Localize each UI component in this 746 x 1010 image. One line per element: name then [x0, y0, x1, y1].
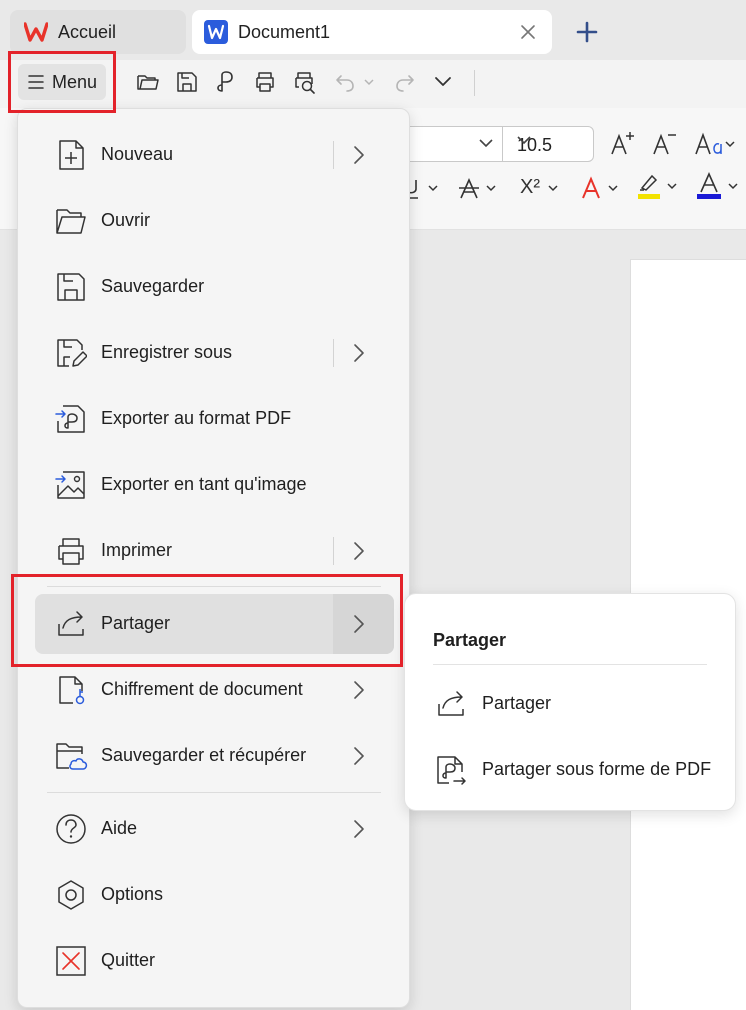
submenu-item-label: Partager — [482, 693, 552, 713]
redo-icon[interactable] — [394, 70, 416, 94]
chevron-down-icon — [517, 135, 583, 145]
chevron-right-icon[interactable] — [353, 343, 365, 363]
strikethrough-icon[interactable] — [458, 176, 500, 200]
change-case-icon[interactable] — [695, 132, 735, 156]
font-name-dropdown[interactable] — [400, 126, 503, 162]
share-pdf-icon — [435, 754, 467, 786]
menu-item-sauvegarder[interactable]: Sauvegarder — [35, 257, 394, 317]
submenu-item-partager[interactable]: Partager — [421, 676, 721, 732]
highlight-color-icon[interactable] — [636, 172, 680, 200]
undo-dropdown-chevron-icon[interactable] — [364, 78, 374, 86]
menu-button-label: Menu — [52, 71, 98, 92]
menu-divider — [47, 792, 381, 793]
menu-item-ouvrir[interactable]: Ouvrir — [35, 191, 394, 251]
chevron-right-icon[interactable] — [353, 145, 365, 165]
close-tab-icon[interactable] — [518, 22, 538, 42]
save-icon — [55, 271, 87, 303]
hamburger-icon — [28, 75, 44, 89]
shrink-font-icon[interactable] — [652, 130, 678, 156]
folder-open-icon — [55, 205, 87, 237]
new-tab-plus-icon[interactable] — [575, 20, 599, 44]
menu-item-label: Enregistrer sous — [101, 342, 233, 362]
tab-document1[interactable]: Document1 — [192, 10, 552, 54]
undo-icon[interactable] — [334, 70, 356, 94]
menu-item-label: Quitter — [101, 950, 156, 970]
menu-item-options[interactable]: Options — [35, 865, 394, 925]
share-submenu: Partager Partager Partager sous forme de… — [404, 593, 736, 811]
save-as-icon — [55, 337, 87, 369]
quit-icon — [55, 945, 87, 977]
tab-document1-label: Document1 — [238, 21, 331, 42]
superscript-label: X² — [520, 176, 540, 198]
menu-item-label: Partager — [101, 613, 171, 633]
font-size-dropdown[interactable]: 10.5 — [502, 126, 594, 162]
menu-button[interactable]: Menu — [18, 64, 106, 100]
submenu-title: Partager — [433, 630, 507, 650]
menu-item-label: Aide — [101, 818, 138, 838]
menu-item-imprimer[interactable]: Imprimer — [35, 521, 394, 581]
file-menu-panel: Nouveau Ouvrir Sauvegarder Enregistrer s… — [17, 108, 410, 1008]
menu-item-nouveau[interactable]: Nouveau — [35, 125, 394, 185]
menu-item-label: Ouvrir — [101, 210, 150, 230]
text-effects-icon[interactable] — [580, 176, 622, 200]
menu-item-label: Imprimer — [101, 540, 172, 560]
menu-item-label: Exporter en tant qu'image — [101, 474, 307, 494]
word-document-icon — [204, 20, 228, 44]
toolbar-separator — [474, 70, 475, 96]
menu-item-quitter[interactable]: Quitter — [35, 931, 394, 991]
menu-item-chiffrement[interactable]: Chiffrement de document — [35, 660, 394, 720]
quick-open-folder-icon[interactable] — [136, 70, 160, 94]
more-quick-actions-chevron-icon[interactable] — [434, 76, 452, 88]
submenu-divider — [433, 664, 707, 665]
export-pdf-icon — [55, 403, 87, 435]
chevron-right-icon[interactable] — [353, 680, 365, 700]
menu-item-label: Sauvegarder — [101, 276, 205, 296]
menu-item-label: Chiffrement de document — [101, 679, 303, 699]
menu-item-label: Exporter au format PDF — [101, 408, 292, 428]
new-document-icon — [55, 139, 87, 171]
options-icon — [55, 879, 87, 911]
menu-item-enregistrer-sous[interactable]: Enregistrer sous — [35, 323, 394, 383]
quick-print-preview-icon[interactable] — [292, 70, 318, 94]
menu-item-exporter-image[interactable]: Exporter en tant qu'image — [35, 455, 394, 515]
font-color-icon[interactable] — [697, 172, 741, 200]
menu-item-separator — [333, 339, 334, 367]
export-image-icon — [55, 469, 87, 501]
submenu-item-label: Partager sous forme de PDF — [482, 759, 712, 779]
wps-logo-icon — [24, 22, 48, 42]
printer-icon — [55, 535, 87, 567]
quick-save-icon[interactable] — [175, 70, 199, 94]
chevron-right-icon[interactable] — [353, 541, 365, 561]
quick-export-pdf-icon[interactable] — [214, 70, 238, 94]
tab-home-label: Accueil — [58, 21, 117, 42]
menu-item-separator — [333, 537, 334, 565]
help-icon — [55, 813, 87, 845]
share-icon — [55, 608, 87, 640]
menu-divider — [47, 586, 381, 587]
tab-home[interactable]: Accueil — [10, 10, 186, 54]
menu-item-partager[interactable]: Partager — [35, 594, 394, 654]
submenu-item-partager-pdf[interactable]: Partager sous forme de PDF — [421, 742, 721, 798]
menu-item-label: Sauvegarder et récupérer — [101, 745, 307, 765]
chevron-right-icon[interactable] — [353, 614, 365, 634]
menu-item-exporter-pdf[interactable]: Exporter au format PDF — [35, 389, 394, 449]
menu-item-separator — [333, 141, 334, 169]
chevron-right-icon[interactable] — [353, 819, 365, 839]
menu-item-label: Nouveau — [101, 144, 174, 164]
cloud-backup-icon — [55, 740, 89, 772]
quick-access-toolbar: Menu — [0, 60, 746, 108]
menu-item-sauvegarder-recuperer[interactable]: Sauvegarder et récupérer — [35, 726, 394, 786]
tab-bar: Accueil Document1 — [0, 0, 746, 60]
chevron-down-icon — [479, 138, 493, 148]
grow-font-icon[interactable] — [610, 130, 636, 156]
chevron-right-icon[interactable] — [353, 746, 365, 766]
encrypt-document-icon — [55, 674, 87, 706]
quick-print-icon[interactable] — [253, 70, 277, 94]
menu-item-aide[interactable]: Aide — [35, 799, 394, 859]
share-icon — [435, 688, 467, 720]
menu-item-label: Options — [101, 884, 164, 904]
